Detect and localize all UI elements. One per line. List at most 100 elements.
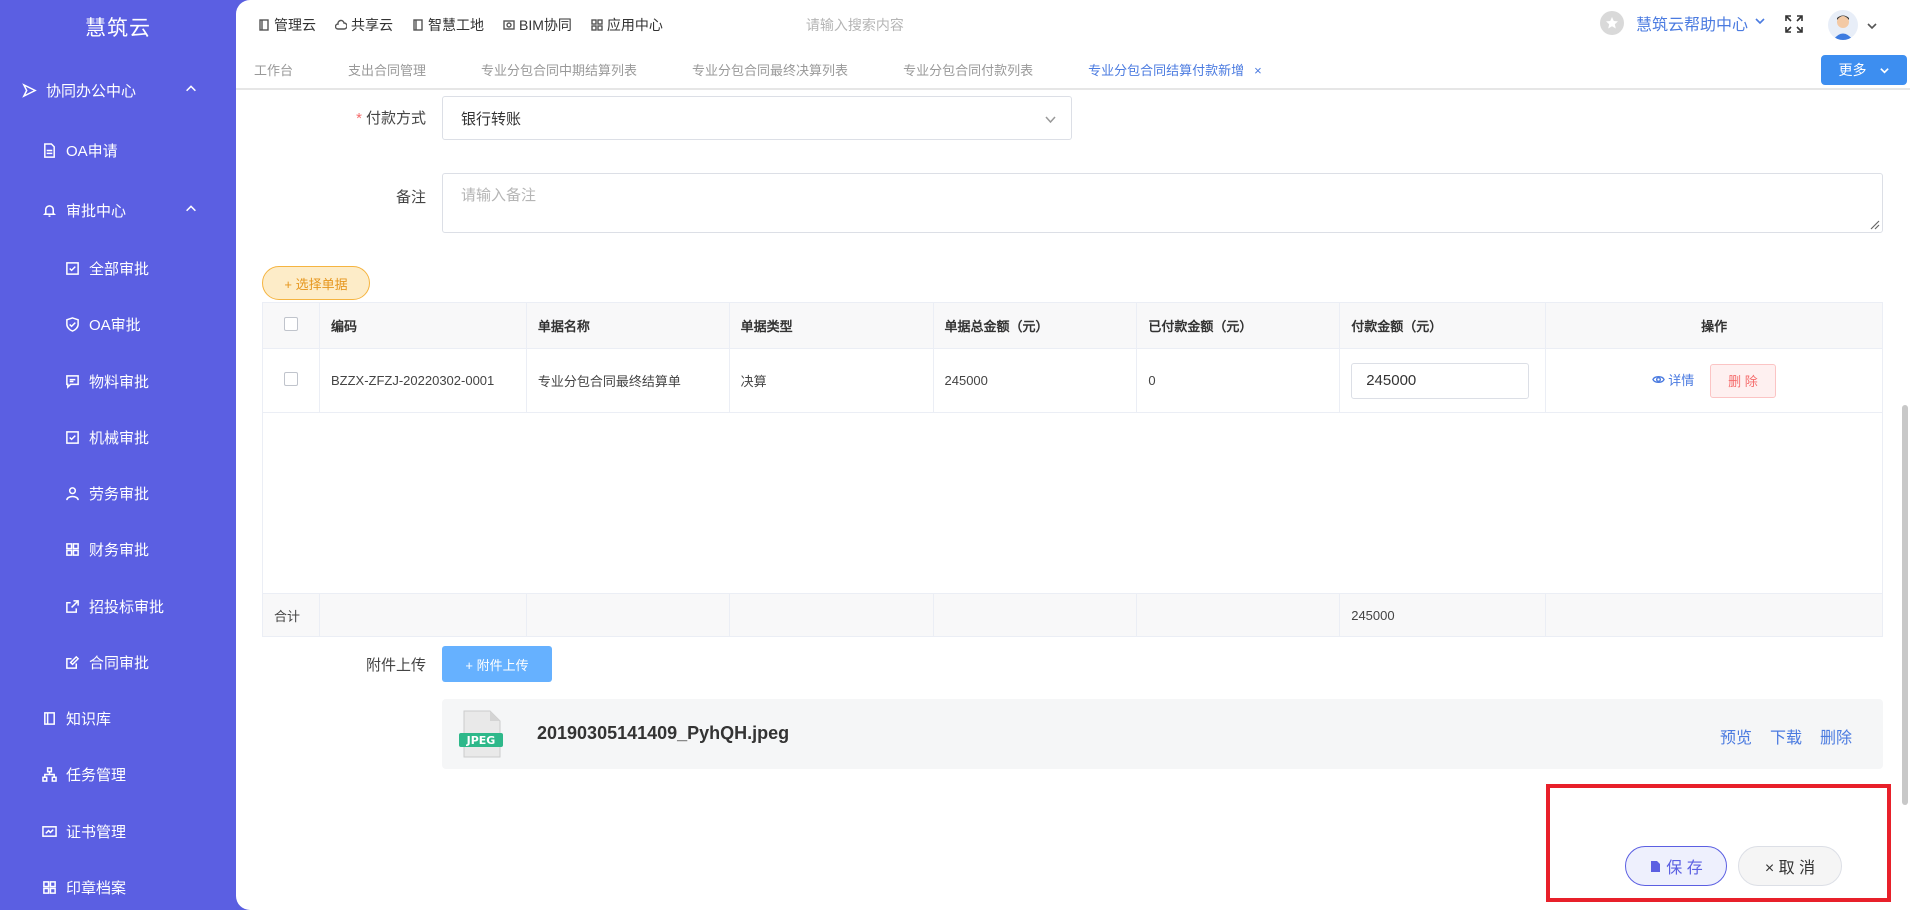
sidebar-item-label: 证书管理 [66,823,127,841]
sidebar-item-label: 财务审批 [89,541,150,559]
grid-icon [591,19,603,31]
document-icon [259,19,269,31]
chevron-down-icon[interactable] [1866,19,1878,31]
sidebar-item-seal-archive[interactable]: 印章档案 [0,867,236,907]
payment-amount-input[interactable] [1351,362,1530,399]
help-center-link[interactable]: 慧筑云帮助中心 [1600,11,1766,35]
sidebar-item-label: 全部审批 [89,260,150,278]
sidebar-item-bidding-approval[interactable]: 招投标审批 [0,586,236,626]
tab-settlement-payment-new[interactable]: 专业分包合同结算付款新增 × [1088,60,1262,79]
cell-paid: 0 [1136,348,1341,413]
sidebar-item-label: 印章档案 [66,879,127,897]
sidebar-item-all-approval[interactable]: 全部审批 [0,248,236,288]
tab-expense-contract[interactable]: 支出合同管理 [348,60,426,79]
sidebar-item-label: 任务管理 [66,766,127,784]
sidebar-item-material-approval[interactable]: 物料审批 [0,361,236,401]
sidebar-item-label: 物料审批 [89,373,150,391]
sidebar-item-contract-approval[interactable]: 合同审批 [0,642,236,682]
chevron-up-icon[interactable] [184,82,200,98]
sidebar-item-machine-approval[interactable]: 机械审批 [0,417,236,457]
column-header: 单据总金额（元） [933,302,1138,349]
delete-row-button[interactable]: 删 除 [1709,363,1776,398]
document-table: 编码 单据名称 单据类型 单据总金额（元） 已付款金额（元） 付款金额（元） 操… [262,302,1883,637]
search-input[interactable] [805,17,1006,33]
sidebar-item-label: OA申请 [66,142,118,160]
sidebar-item-task-management[interactable]: 任务管理 [0,754,236,794]
check-square-icon [63,259,81,277]
book-icon [40,709,58,727]
sidebar-item-oa-approval[interactable]: OA审批 [0,304,236,344]
top-link-management-cloud[interactable]: 管理云 [258,15,316,35]
resize-handle-icon[interactable] [1868,218,1880,230]
chevron-up-icon[interactable] [184,202,200,218]
card-icon [40,822,58,840]
remark-textarea[interactable] [442,173,1883,233]
cell-name: 专业分包合同最终结算单 [526,348,730,413]
sidebar-item-label: 机械审批 [89,429,150,447]
cloud-icon [335,19,347,30]
top-link-bim[interactable]: BIM协同 [503,15,572,35]
sidebar-item-label: 劳务审批 [89,485,150,503]
grid-icon [40,878,58,896]
top-navbar: 管理云 共享云 智慧工地 BIM协同 应用中心 慧筑云帮助中心 [236,0,1910,50]
file-download-link[interactable]: 下载 [1770,724,1802,748]
sitemap-icon [40,765,58,783]
upload-attachment-button[interactable]: + 附件上传 [442,646,552,682]
sidebar-item-label: 协同办公中心 [46,82,137,100]
edit-icon [63,653,81,671]
sidebar-item-collab-office[interactable]: 协同办公中心 [0,70,236,110]
cancel-button[interactable]: × 取 消 [1738,846,1842,886]
file-delete-link[interactable]: 删除 [1820,724,1852,748]
shield-check-icon [63,315,81,333]
select-document-button[interactable]: + 选择单据 [262,266,370,300]
close-icon[interactable]: × [1254,63,1262,78]
sidebar-item-label: 审批中心 [66,202,127,220]
grid-icon [63,540,81,558]
tab-interim-settlement-list[interactable]: 专业分包合同中期结算列表 [481,60,637,79]
sidebar: 慧筑云 协同办公中心 OA申请 审批中心 全部审批 OA审批 物料审批 机械审批… [0,0,236,910]
scrollbar[interactable] [1902,405,1908,805]
sidebar-item-approval-center[interactable]: 审批中心 [0,190,236,230]
cell-total: 245000 [933,348,1138,413]
top-link-smart-site[interactable]: 智慧工地 [412,15,484,35]
folder-icon [503,20,515,30]
sidebar-item-oa-apply[interactable]: OA申请 [0,130,236,170]
column-header: 已付款金额（元） [1136,302,1341,349]
main-panel: 管理云 共享云 智慧工地 BIM协同 应用中心 慧筑云帮助中心 工作台 支出合同… [236,0,1910,910]
sidebar-item-label: OA审批 [89,316,141,334]
more-button[interactable]: 更多 [1821,55,1907,85]
payment-method-select[interactable]: 银行转账 [442,96,1072,140]
select-all-checkbox[interactable] [283,317,298,331]
tab-final-settlement-list[interactable]: 专业分包合同最终决算列表 [692,60,848,79]
user-icon [63,484,81,502]
detail-link[interactable]: 详情 [1652,370,1694,389]
form-content: *付款方式 银行转账 备注 + 选择单据 编码 单据名称 单据类型 单据总金额（… [236,92,1910,910]
sidebar-item-finance-approval[interactable]: 财务审批 [0,529,236,569]
row-checkbox[interactable] [283,372,298,386]
document-icon [40,141,58,159]
file-save-icon [1651,860,1661,872]
top-link-share-cloud[interactable]: 共享云 [335,15,393,35]
sidebar-item-labor-approval[interactable]: 劳务审批 [0,473,236,513]
file-name: 20190305141409_PyhQH.jpeg [537,723,790,743]
fullscreen-icon[interactable] [1784,14,1806,36]
message-icon [63,372,81,390]
tab-payment-list[interactable]: 专业分包合同付款列表 [903,60,1033,79]
sidebar-item-knowledge-base[interactable]: 知识库 [0,698,236,738]
top-link-app-center[interactable]: 应用中心 [591,15,663,35]
avatar[interactable] [1828,10,1858,40]
sidebar-item-label: 知识库 [66,710,112,728]
column-header: 操作 [1545,302,1883,349]
column-header: 单据类型 [729,302,934,349]
chevron-down-icon [1879,67,1889,74]
sum-label: 合计 [262,593,320,637]
table-row: BZZX-ZFZJ-20220302-0001 专业分包合同最终结算单 决算 2… [262,348,1883,413]
sidebar-item-certificate-management[interactable]: 证书管理 [0,811,236,851]
remark-label: 备注 [395,189,426,206]
save-button[interactable]: 保 存 [1625,846,1727,886]
tab-bar: 工作台 支出合同管理 专业分包合同中期结算列表 专业分包合同最终决算列表 专业分… [236,50,1910,90]
tab-workbench[interactable]: 工作台 [254,60,293,79]
table-header-row: 编码 单据名称 单据类型 单据总金额（元） 已付款金额（元） 付款金额（元） 操… [262,302,1883,349]
file-preview-link[interactable]: 预览 [1720,724,1752,748]
attachment-label: 附件上传 [365,657,426,674]
